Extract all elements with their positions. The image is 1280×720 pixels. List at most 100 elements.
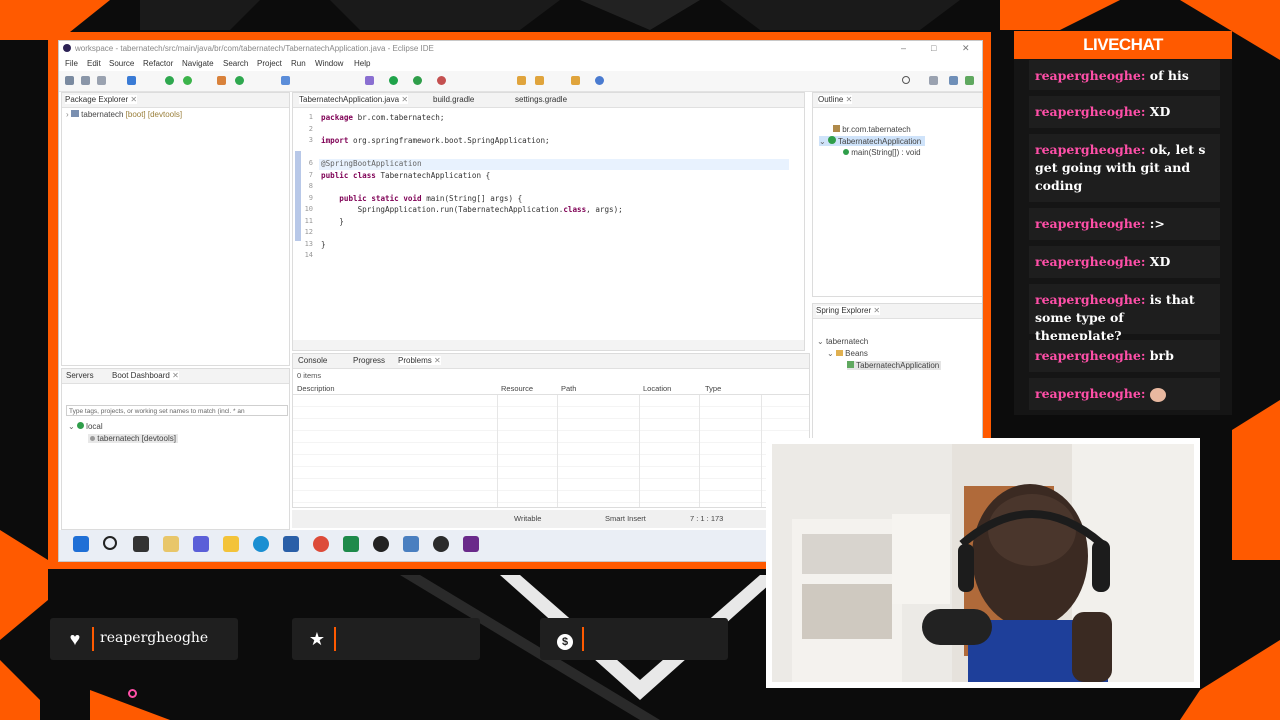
menu-bar: File Edit Source Refactor Navigate Searc…	[59, 57, 982, 71]
close-icon[interactable]: ✕	[846, 95, 853, 104]
open-task-icon[interactable]	[535, 76, 544, 85]
spring-bean-item[interactable]: TabernatechApplication	[847, 361, 942, 370]
windows-start-icon[interactable]	[73, 536, 89, 552]
tab-settings-gradle[interactable]: settings.gradle	[515, 95, 567, 104]
spring-project-item[interactable]: ⌄ tabernatech	[817, 337, 868, 346]
filter-input[interactable]: Type tags, projects, or working set name…	[66, 405, 288, 416]
tab-package-explorer[interactable]: Package Explorer ✕	[65, 95, 138, 104]
task-view-icon[interactable]	[133, 536, 149, 552]
column-location[interactable]: Location	[643, 384, 671, 393]
open-type-icon[interactable]	[517, 76, 526, 85]
tab-servers[interactable]: Servers	[66, 371, 94, 380]
code-area[interactable]: 1 package br.com.tabernatech; 2 3 import org…	[293, 109, 793, 269]
chevron-down-icon[interactable]: ⌄	[827, 349, 834, 358]
chrome-icon[interactable]	[313, 536, 329, 552]
menu-search[interactable]: Search	[223, 59, 248, 68]
tab-label: TabernatechApplication.java	[299, 95, 400, 104]
maximize-button[interactable]: □	[931, 43, 936, 53]
eclipse-taskbar-icon[interactable]	[463, 536, 479, 552]
store-icon[interactable]	[283, 536, 299, 552]
java-perspective-icon[interactable]	[949, 76, 958, 85]
steam-icon[interactable]	[433, 536, 449, 552]
column-resource[interactable]: Resource	[501, 384, 533, 393]
refresh-icon[interactable]	[183, 76, 192, 85]
chevron-down-icon[interactable]: ⌄	[68, 422, 75, 431]
close-icon[interactable]: ✕	[434, 356, 441, 365]
coverage-icon[interactable]	[413, 76, 422, 85]
save-all-icon[interactable]	[97, 76, 106, 85]
spring-boot-icon[interactable]	[165, 76, 174, 85]
menu-file[interactable]: File	[65, 59, 78, 68]
chevron-down-icon[interactable]: ⌄	[817, 337, 824, 346]
menu-edit[interactable]: Edit	[87, 59, 101, 68]
file-explorer-icon[interactable]	[223, 536, 239, 552]
boot-run-icon[interactable]	[235, 76, 244, 85]
spring-perspective-icon[interactable]	[965, 76, 974, 85]
package-icon[interactable]	[281, 76, 290, 85]
tab-problems[interactable]: Problems ✕	[398, 356, 441, 365]
column-description[interactable]: Description	[297, 384, 335, 393]
boot-app-item[interactable]: tabernatech [devtools]	[88, 434, 178, 443]
code-line[interactable]: SpringApplication.run(TabernatechApplica…	[321, 205, 623, 214]
menu-source[interactable]: Source	[109, 59, 134, 68]
code-line[interactable]: import org.springframework.boot.SpringAp…	[321, 136, 550, 145]
terminal-app-icon[interactable]	[343, 536, 359, 552]
tab-tabernatech-application[interactable]: TabernatechApplication.java ✕	[299, 95, 409, 104]
code-line[interactable]: public static void main(String[] args) {	[321, 194, 522, 203]
close-button[interactable]: ✕	[962, 43, 970, 54]
obs-icon[interactable]	[373, 536, 389, 552]
edge-icon[interactable]	[253, 536, 269, 552]
tab-console[interactable]: Console	[298, 356, 327, 365]
tab-build-gradle[interactable]: build.gradle	[433, 95, 474, 104]
close-icon[interactable]: ✕	[873, 306, 880, 315]
code-line[interactable]: package br.com.tabernatech;	[321, 113, 444, 122]
project-icon	[70, 110, 79, 117]
tab-spring-explorer[interactable]: Spring Explorer ✕	[816, 306, 881, 315]
debug-icon[interactable]	[365, 76, 374, 85]
column-path[interactable]: Path	[561, 384, 576, 393]
local-target-item[interactable]: ⌄ local	[68, 422, 103, 431]
close-icon[interactable]: ✕	[130, 95, 137, 104]
menu-window[interactable]: Window	[315, 59, 343, 68]
tab-boot-dashboard[interactable]: Boot Dashboard ✕	[112, 371, 179, 380]
terminal-icon[interactable]	[127, 76, 136, 85]
search-icon[interactable]	[902, 76, 910, 84]
tab-outline[interactable]: Outline ✕	[818, 95, 853, 104]
code-line[interactable]: @SpringBootApplication	[321, 159, 422, 168]
widgets-icon[interactable]	[163, 536, 179, 552]
gear-icon[interactable]	[217, 76, 226, 85]
photos-icon[interactable]	[403, 536, 419, 552]
minimize-button[interactable]: –	[901, 43, 906, 53]
boot-app-label: tabernatech [devtools]	[97, 434, 176, 443]
code-line[interactable]: }	[321, 240, 326, 249]
chat-icon[interactable]	[193, 536, 209, 552]
chevron-down-icon[interactable]: ⌄	[819, 137, 826, 146]
save-icon[interactable]	[81, 76, 90, 85]
close-icon[interactable]: ✕	[172, 371, 179, 380]
external-tools-icon[interactable]	[437, 76, 446, 85]
outline-package-item[interactable]: br.com.tabernatech	[833, 125, 911, 134]
tab-progress[interactable]: Progress	[353, 356, 385, 365]
chat-text: of his	[1149, 68, 1189, 83]
menu-project[interactable]: Project	[257, 59, 282, 68]
menu-help[interactable]: Help	[354, 59, 370, 68]
run-icon[interactable]	[389, 76, 398, 85]
chevron-right-icon[interactable]: ›	[66, 110, 69, 119]
horizontal-scrollbar[interactable]	[293, 340, 804, 350]
menu-refactor[interactable]: Refactor	[143, 59, 173, 68]
globe-icon[interactable]	[595, 76, 604, 85]
open-perspective-icon[interactable]	[929, 76, 938, 85]
code-line[interactable]: }	[321, 217, 344, 226]
new-icon[interactable]	[65, 76, 74, 85]
project-tree-item[interactable]: › tabernatech [boot] [devtools]	[66, 110, 182, 119]
search-icon-toolbar[interactable]	[571, 76, 580, 85]
outline-class-item[interactable]: ⌄ TabernatechApplication	[819, 136, 926, 146]
menu-navigate[interactable]: Navigate	[182, 59, 214, 68]
code-line[interactable]: public class TabernatechApplication {	[321, 171, 490, 180]
outline-method-item[interactable]: main(String[]) : void	[843, 148, 921, 157]
menu-run[interactable]: Run	[291, 59, 306, 68]
close-icon[interactable]: ✕	[401, 95, 408, 104]
search-icon[interactable]	[103, 536, 117, 550]
spring-beans-item[interactable]: ⌄ Beans	[827, 349, 868, 358]
column-type[interactable]: Type	[705, 384, 721, 393]
